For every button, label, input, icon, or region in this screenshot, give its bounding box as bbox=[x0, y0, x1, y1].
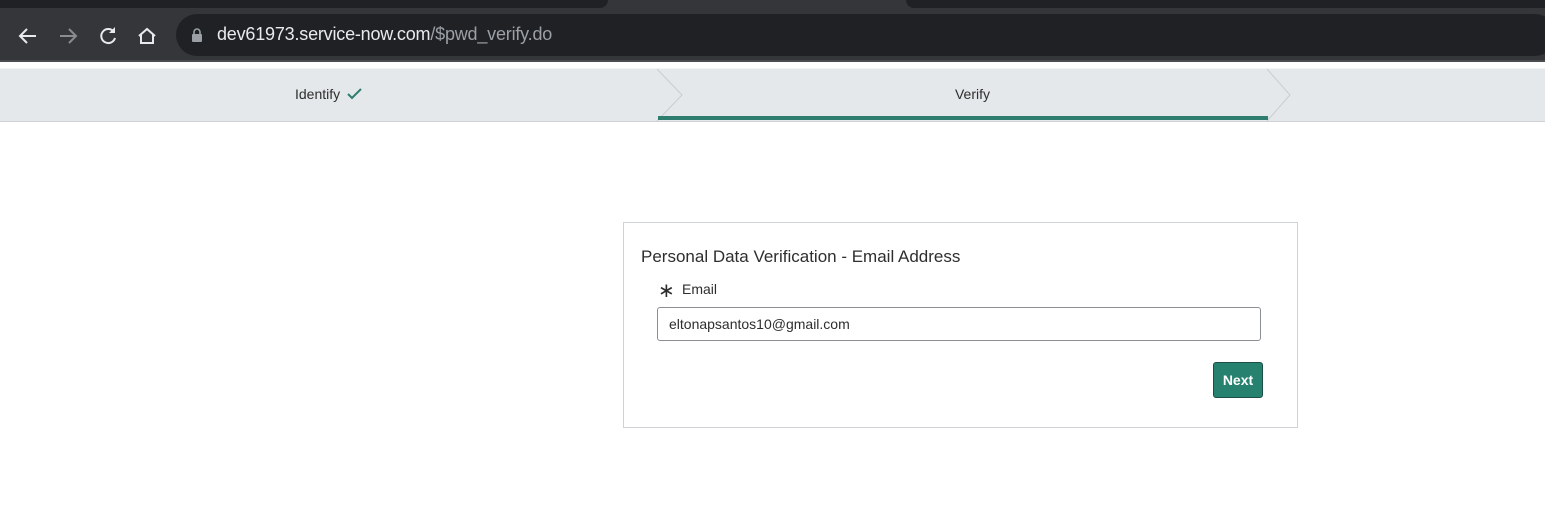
step-label: Identify bbox=[294, 86, 341, 102]
toolbar-divider bbox=[0, 60, 1545, 62]
url-host: dev61973.service-now.com bbox=[217, 24, 431, 44]
progress-steps: Identify Verify bbox=[0, 68, 1545, 122]
url-path: /$pwd_verify.do bbox=[430, 24, 553, 44]
step-separator-icon bbox=[1266, 69, 1291, 121]
inactive-tab[interactable] bbox=[906, 0, 1545, 8]
reload-icon[interactable] bbox=[96, 24, 120, 48]
home-icon[interactable] bbox=[135, 24, 159, 48]
step-label: Verify bbox=[954, 86, 990, 102]
back-icon[interactable] bbox=[16, 24, 40, 48]
lock-icon bbox=[192, 28, 202, 42]
url-text: dev61973.service-now.com/$pwd_verify.do bbox=[217, 24, 552, 45]
browser-toolbar: dev61973.service-now.com/$pwd_verify.do bbox=[0, 10, 1545, 60]
address-bar[interactable]: dev61973.service-now.com/$pwd_verify.do bbox=[176, 14, 1545, 56]
active-step-indicator bbox=[658, 116, 1268, 120]
step-verify: Verify bbox=[680, 69, 1265, 121]
verification-panel: Personal Data Verification - Email Addre… bbox=[623, 222, 1298, 428]
email-field[interactable] bbox=[657, 307, 1261, 341]
step-identify: Identify bbox=[0, 69, 658, 121]
email-label: Email bbox=[682, 281, 718, 297]
forward-icon[interactable] bbox=[56, 24, 80, 48]
inactive-tab[interactable] bbox=[0, 0, 608, 8]
required-icon: ∗ bbox=[658, 280, 675, 302]
form-title: Personal Data Verification - Email Addre… bbox=[641, 247, 961, 266]
tab-strip bbox=[0, 0, 1545, 10]
next-button[interactable]: Next bbox=[1213, 362, 1263, 398]
check-icon bbox=[347, 88, 362, 100]
